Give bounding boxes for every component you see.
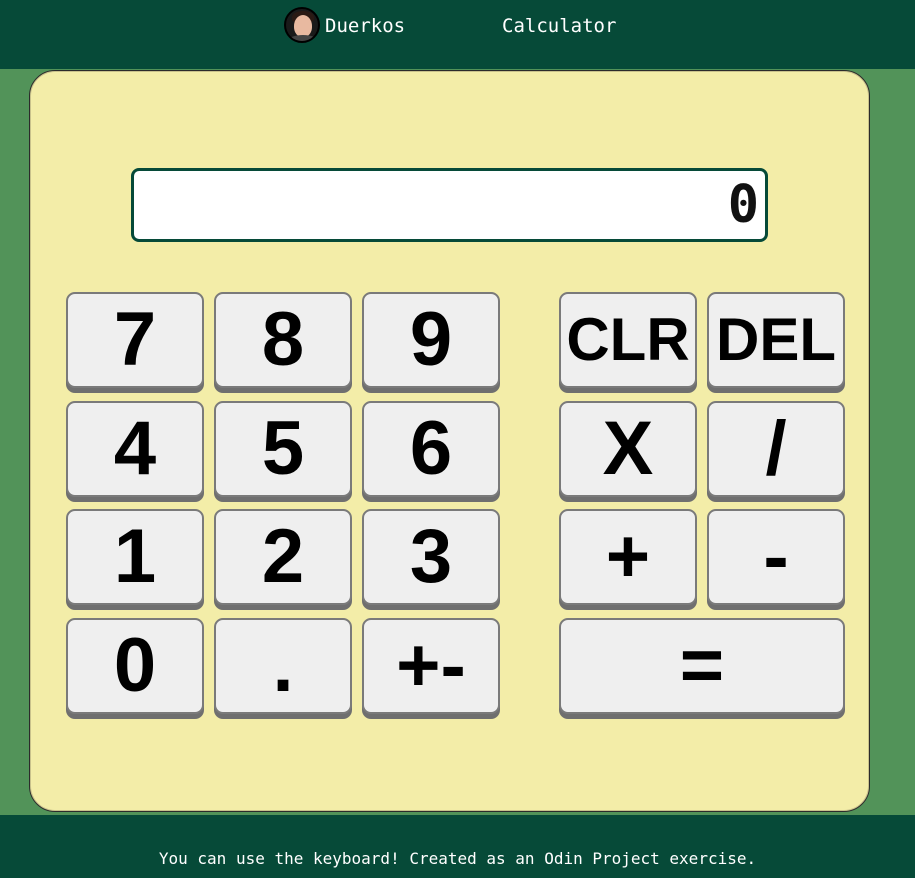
key-5[interactable]: 5	[214, 401, 352, 497]
key-9[interactable]: 9	[362, 292, 500, 388]
page-title: Calculator	[502, 15, 617, 37]
key-3[interactable]: 3	[362, 509, 500, 605]
decimal-button[interactable]: .	[214, 618, 352, 714]
avatar-shirt	[288, 35, 318, 41]
key-0[interactable]: 0	[66, 618, 204, 714]
calculator-display: 0	[131, 168, 768, 242]
key-4[interactable]: 4	[66, 401, 204, 497]
key-1[interactable]: 1	[66, 509, 204, 605]
add-button[interactable]: +	[559, 509, 697, 605]
author-avatar[interactable]	[284, 7, 320, 43]
key-8[interactable]: 8	[214, 292, 352, 388]
key-2[interactable]: 2	[214, 509, 352, 605]
author-name-link[interactable]: Duerkos	[325, 15, 405, 37]
multiply-button[interactable]: X	[559, 401, 697, 497]
footer: You can use the keyboard! Created as an …	[0, 815, 915, 878]
delete-button[interactable]: DEL	[707, 292, 845, 388]
equals-button[interactable]: =	[559, 618, 845, 714]
clear-button[interactable]: CLR	[559, 292, 697, 388]
subtract-button[interactable]: -	[707, 509, 845, 605]
key-7[interactable]: 7	[66, 292, 204, 388]
avatar-face	[294, 15, 312, 37]
sign-toggle-button[interactable]: +-	[362, 618, 500, 714]
footer-note: You can use the keyboard! Created as an …	[158, 849, 757, 868]
top-bar: Duerkos Calculator	[0, 0, 915, 69]
key-6[interactable]: 6	[362, 401, 500, 497]
divide-button[interactable]: /	[707, 401, 845, 497]
